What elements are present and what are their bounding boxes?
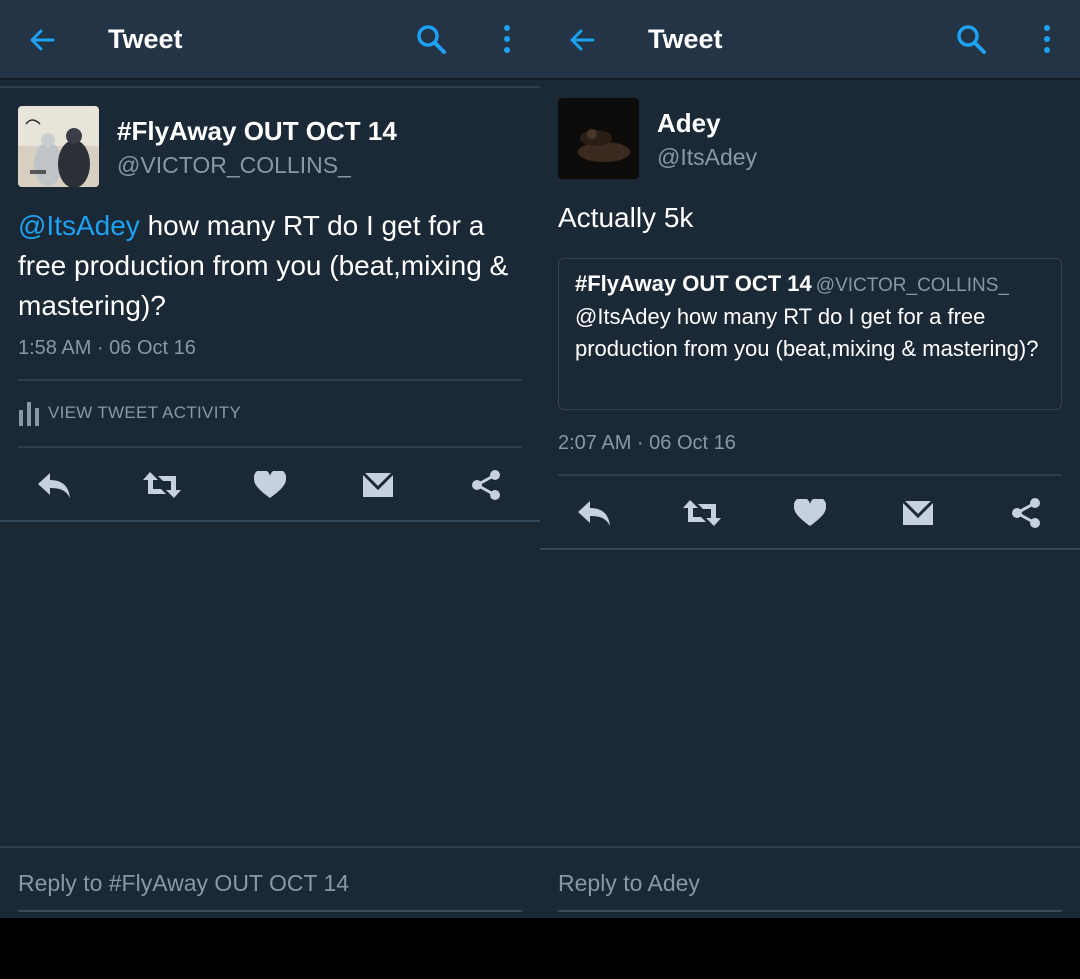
retweet-icon[interactable] (682, 493, 722, 533)
profile-photo-avatar[interactable] (558, 98, 639, 179)
page-title: Tweet (648, 24, 723, 54)
tweet-timestamp: 1:58 AM · 06 Oct 16 (18, 337, 196, 359)
share-icon[interactable] (1006, 493, 1046, 533)
reply-underline (558, 910, 1062, 912)
search-icon[interactable] (414, 22, 448, 56)
view-tweet-activity-button[interactable]: VIEW TWEET ACTIVITY (18, 400, 241, 426)
tweet-actions (0, 465, 540, 505)
arrow-left-icon[interactable] (26, 24, 58, 56)
quoted-tweet[interactable]: #FlyAway OUT OCT 14 @VICTOR_COLLINS_ @Its… (558, 258, 1062, 410)
divider (540, 846, 1080, 848)
retweet-icon[interactable] (142, 465, 182, 505)
author-name[interactable]: #FlyAway OUT OCT 14 (117, 116, 397, 147)
reply-icon[interactable] (574, 493, 614, 533)
quoted-text: @ItsAdey how many RT do I get for a free… (575, 304, 1039, 361)
tweet-actions (540, 493, 1080, 533)
bar-chart-icon (19, 402, 39, 426)
reply-icon[interactable] (34, 465, 74, 505)
reply-input[interactable]: Reply to Adey (558, 870, 700, 897)
author-name[interactable]: Adey (657, 108, 721, 139)
more-vertical-icon[interactable] (494, 22, 520, 56)
reply-underline (18, 910, 522, 912)
reply-input[interactable]: Reply to #FlyAway OUT OCT 14 (18, 870, 349, 897)
toolbar: Tweet (540, 0, 1080, 80)
quoted-name: #FlyAway OUT OCT 14 (575, 271, 812, 296)
author-handle[interactable]: @ItsAdey (657, 144, 757, 171)
divider (0, 846, 540, 848)
divider (558, 474, 1062, 476)
divider (0, 86, 540, 88)
toolbar: Tweet (0, 0, 540, 80)
arrow-left-icon[interactable] (566, 24, 598, 56)
tweet-timestamp: 2:07 AM · 06 Oct 16 (558, 432, 736, 454)
more-vertical-icon[interactable] (1034, 22, 1060, 56)
tweet-text: Actually 5k (558, 202, 694, 233)
album-cover-avatar[interactable] (18, 106, 99, 187)
heart-icon[interactable] (250, 465, 290, 505)
quoted-author: #FlyAway OUT OCT 14 @VICTOR_COLLINS_ (575, 271, 1009, 297)
tweet-detail-pane-right: Tweet Adey @ItsAdey Actually 5k #FlyAway… (540, 0, 1080, 918)
message-icon[interactable] (358, 465, 398, 505)
tweet-text: @ItsAdey how many RT do I get for a free… (18, 206, 528, 326)
search-icon[interactable] (954, 22, 988, 56)
bottom-bar (0, 918, 1080, 979)
quoted-handle: @VICTOR_COLLINS_ (815, 275, 1009, 296)
divider (18, 446, 522, 448)
mention-link[interactable]: @ItsAdey (18, 210, 140, 241)
divider (18, 379, 522, 381)
divider (0, 520, 540, 522)
tweet-detail-pane-left: Tweet #FlyAway OUT OCT 14 @VICTOR_COLLIN… (0, 0, 540, 918)
author-handle[interactable]: @VICTOR_COLLINS_ (117, 152, 351, 179)
divider (540, 548, 1080, 550)
share-icon[interactable] (466, 465, 506, 505)
heart-icon[interactable] (790, 493, 830, 533)
page-title: Tweet (108, 24, 183, 54)
message-icon[interactable] (898, 493, 938, 533)
activity-label: VIEW TWEET ACTIVITY (48, 403, 242, 422)
